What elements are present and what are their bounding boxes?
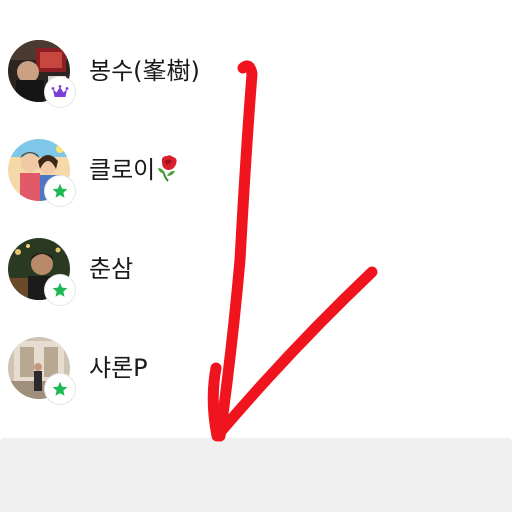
member-list: 봉수(峯樹) 클로이 춘삼 샤론P bbox=[0, 0, 512, 438]
avatar-wrap bbox=[8, 139, 75, 206]
member-name: 샤론P bbox=[89, 354, 148, 382]
avatar-wrap bbox=[8, 337, 75, 404]
member-row-sharon[interactable]: 샤론P bbox=[0, 337, 512, 433]
star-badge bbox=[45, 275, 75, 305]
crown-icon bbox=[51, 85, 69, 97]
star-icon bbox=[52, 381, 68, 396]
member-row-chloe[interactable]: 클로이 bbox=[0, 139, 512, 235]
star-badge bbox=[45, 176, 75, 206]
crown-badge bbox=[45, 77, 75, 107]
member-name-with-emoji: 클로이 bbox=[89, 153, 182, 191]
avatar-wrap bbox=[8, 40, 75, 107]
rose-icon bbox=[156, 154, 182, 191]
member-row-bongsu[interactable]: 봉수(峯樹) bbox=[0, 40, 512, 136]
bottom-panel bbox=[0, 438, 512, 512]
member-name: 춘삼 bbox=[89, 255, 134, 283]
member-name: 봉수(峯樹) bbox=[89, 57, 200, 85]
star-icon bbox=[52, 183, 68, 198]
member-row-chunsam[interactable]: 춘삼 bbox=[0, 238, 512, 334]
star-badge bbox=[45, 374, 75, 404]
member-name-text: 클로이 bbox=[89, 156, 156, 184]
star-icon bbox=[52, 282, 68, 297]
avatar-wrap bbox=[8, 238, 75, 305]
screen: 봉수(峯樹) 클로이 춘삼 샤론P bbox=[0, 0, 512, 512]
